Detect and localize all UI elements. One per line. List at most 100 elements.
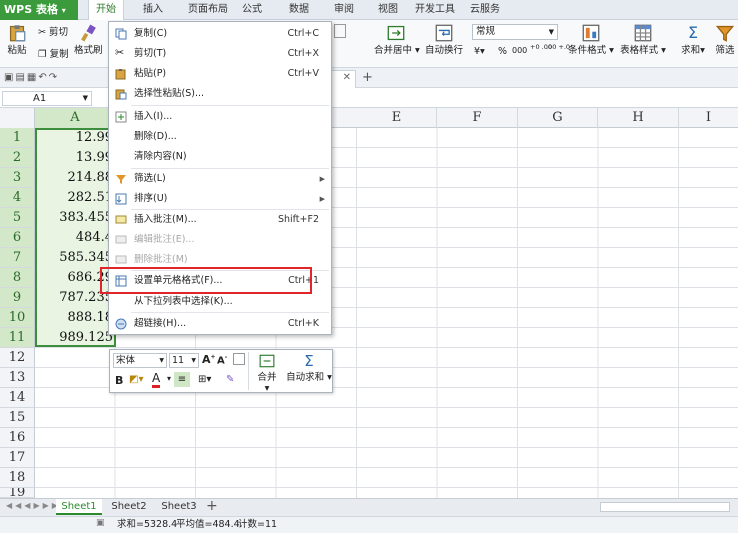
currency-button[interactable]: ¥▾ (474, 46, 485, 57)
filter-button[interactable]: 筛选 (712, 24, 738, 56)
comma-button[interactable]: 000 (512, 46, 527, 55)
row-header[interactable]: 14 (0, 388, 35, 408)
row-header[interactable]: 19 (0, 488, 35, 498)
cell-a6[interactable]: 484.4 (37, 228, 115, 248)
column-header-a[interactable]: A (35, 108, 116, 128)
shrink-font-button[interactable]: A- (217, 354, 227, 366)
merge-button[interactable]: 合并 ▾ (254, 353, 280, 394)
print-icon[interactable]: ▦ (27, 72, 38, 83)
row-header[interactable]: 18 (0, 468, 35, 488)
wps-logo-button[interactable]: WPS 表格 ▾ (0, 0, 78, 20)
cell-a5[interactable]: 383.455 (37, 208, 115, 228)
merge-center-button[interactable]: 合并居中 ▾ (374, 24, 420, 56)
menu-item-copy[interactable]: 复制(C) Ctrl+C (109, 24, 331, 44)
menu-item-insert[interactable]: 插入(I)... (109, 107, 331, 127)
menu-item-delete[interactable]: 删除(D)... (109, 127, 331, 147)
menu-item-pick-from-list[interactable]: 从下拉列表中选择(K)... (109, 292, 331, 312)
row-header[interactable]: 12 (0, 348, 35, 368)
row-header[interactable]: 1 (0, 128, 35, 148)
sheet-tab-2[interactable]: Sheet2 (106, 499, 152, 515)
fill-color-button[interactable]: ◩▾ (129, 374, 143, 385)
cell-a4[interactable]: 282.51 (37, 188, 115, 208)
menu-item-filter[interactable]: 筛选(L) ▶ (109, 169, 331, 189)
row-header[interactable]: 3 (0, 168, 35, 188)
tab-review[interactable]: 审阅 (328, 0, 360, 20)
font-color-button[interactable]: A (152, 372, 161, 388)
name-box[interactable]: A1 ▼ (2, 91, 92, 106)
tab-formulas[interactable]: 公式 (236, 0, 268, 20)
cell-a3[interactable]: 214.88 (37, 168, 115, 188)
cut-button[interactable]: ✂ 剪切 (38, 24, 68, 38)
tab-insert[interactable]: 插入 (137, 0, 169, 20)
undo-icon[interactable]: ↶ (38, 72, 48, 83)
column-header-f[interactable]: F (437, 108, 518, 128)
font-size-select[interactable]: 11 ▼ (169, 353, 199, 368)
horizontal-scrollbar[interactable] (600, 502, 730, 512)
new-tab-button[interactable]: + (362, 70, 373, 85)
row-header[interactable]: 13 (0, 368, 35, 388)
menu-item-hyperlink[interactable]: 超链接(H)... Ctrl+K (109, 314, 331, 334)
tab-developer[interactable]: 开发工具 (413, 0, 457, 20)
row-header[interactable]: 15 (0, 408, 35, 428)
row-header[interactable]: 10 (0, 308, 35, 328)
menu-item-clear[interactable]: 清除内容(N) (109, 147, 331, 167)
tab-view[interactable]: 视图 (372, 0, 404, 20)
add-sheet-button[interactable]: + (206, 498, 218, 514)
menu-item-cut[interactable]: ✂ 剪切(T) Ctrl+X (109, 44, 331, 64)
row-header[interactable]: 16 (0, 428, 35, 448)
font-color-dropdown[interactable]: ▾ (167, 374, 171, 383)
table-style-button[interactable]: 表格样式 ▾ (620, 24, 666, 56)
cell-a1[interactable]: 12.99 (37, 128, 115, 148)
row-header[interactable]: 9 (0, 288, 35, 308)
row-header[interactable]: 6 (0, 228, 35, 248)
align-center-button[interactable]: ≡ (174, 372, 190, 387)
sum-button[interactable]: Σ 求和▾ (680, 24, 706, 57)
row-header[interactable]: 8 (0, 268, 35, 288)
cell-a7[interactable]: 585.345 (37, 248, 115, 268)
paste-button[interactable]: 粘贴 (4, 24, 30, 56)
number-format-select[interactable]: 常规 ▼ (472, 24, 558, 40)
redo-icon[interactable]: ↷ (49, 72, 59, 83)
sheet-tab-3[interactable]: Sheet3 (156, 499, 202, 515)
menu-item-insert-comment[interactable]: 插入批注(M)... Shift+F2 (109, 210, 331, 230)
column-header-h[interactable]: H (598, 108, 679, 128)
font-name-select[interactable]: 宋体 ▼ (113, 353, 167, 368)
close-icon[interactable]: ✕ (343, 72, 351, 83)
format-painter-button[interactable]: 格式刷 (74, 24, 103, 56)
cell-a10[interactable]: 888.18 (37, 308, 115, 328)
row-header[interactable]: 4 (0, 188, 35, 208)
row-header[interactable]: 17 (0, 448, 35, 468)
copy-button[interactable]: ❐ 复制 (38, 46, 69, 60)
column-header-g[interactable]: G (518, 108, 598, 128)
row-header[interactable]: 7 (0, 248, 35, 268)
border-button[interactable]: ⊞▾ (198, 374, 211, 385)
open-folder-icon[interactable]: ▣ (4, 72, 15, 83)
tab-cloud[interactable]: 云服务 (467, 0, 503, 20)
decrease-decimal-button[interactable]: .00 +.0 (546, 44, 570, 51)
wrap-text-button[interactable]: 自动换行 (424, 24, 464, 56)
column-header-e[interactable]: E (357, 108, 437, 128)
cell-a2[interactable]: 13.99 (37, 148, 115, 168)
clear-format-icon[interactable] (233, 353, 245, 365)
menu-item-paste-special[interactable]: 选择性粘贴(S)... (109, 84, 331, 104)
row-header[interactable]: 2 (0, 148, 35, 168)
menu-item-paste[interactable]: 粘贴(P) Ctrl+V (109, 64, 331, 84)
bold-button[interactable]: B (115, 374, 123, 387)
sheet-tab-1[interactable]: Sheet1 (56, 499, 102, 515)
autosum-button[interactable]: Σ 自动求和 ▾ (286, 353, 332, 383)
row-header[interactable]: 11 (0, 328, 35, 348)
tab-data[interactable]: 数据 (283, 0, 315, 20)
increase-decimal-button[interactable]: +0 .00 (530, 44, 552, 51)
format-painter-icon[interactable]: ✎ (226, 374, 234, 385)
cell-a11[interactable]: 989.125 (37, 328, 115, 348)
column-header-i[interactable]: I (679, 108, 738, 128)
menu-item-sort[interactable]: 排序(U) ▶ (109, 189, 331, 209)
row-header[interactable]: 5 (0, 208, 35, 228)
save-icon[interactable]: ▤ (15, 72, 26, 83)
percent-button[interactable]: % (498, 46, 507, 57)
select-all-corner[interactable] (0, 108, 35, 128)
grow-font-button[interactable]: A+ (202, 353, 216, 366)
conditional-format-button[interactable]: 条件格式 ▾ (568, 24, 614, 56)
tab-page-layout[interactable]: 页面布局 (180, 0, 236, 20)
sheet-nav-arrows[interactable]: ◀◀◀▶▶▶ (6, 501, 61, 510)
